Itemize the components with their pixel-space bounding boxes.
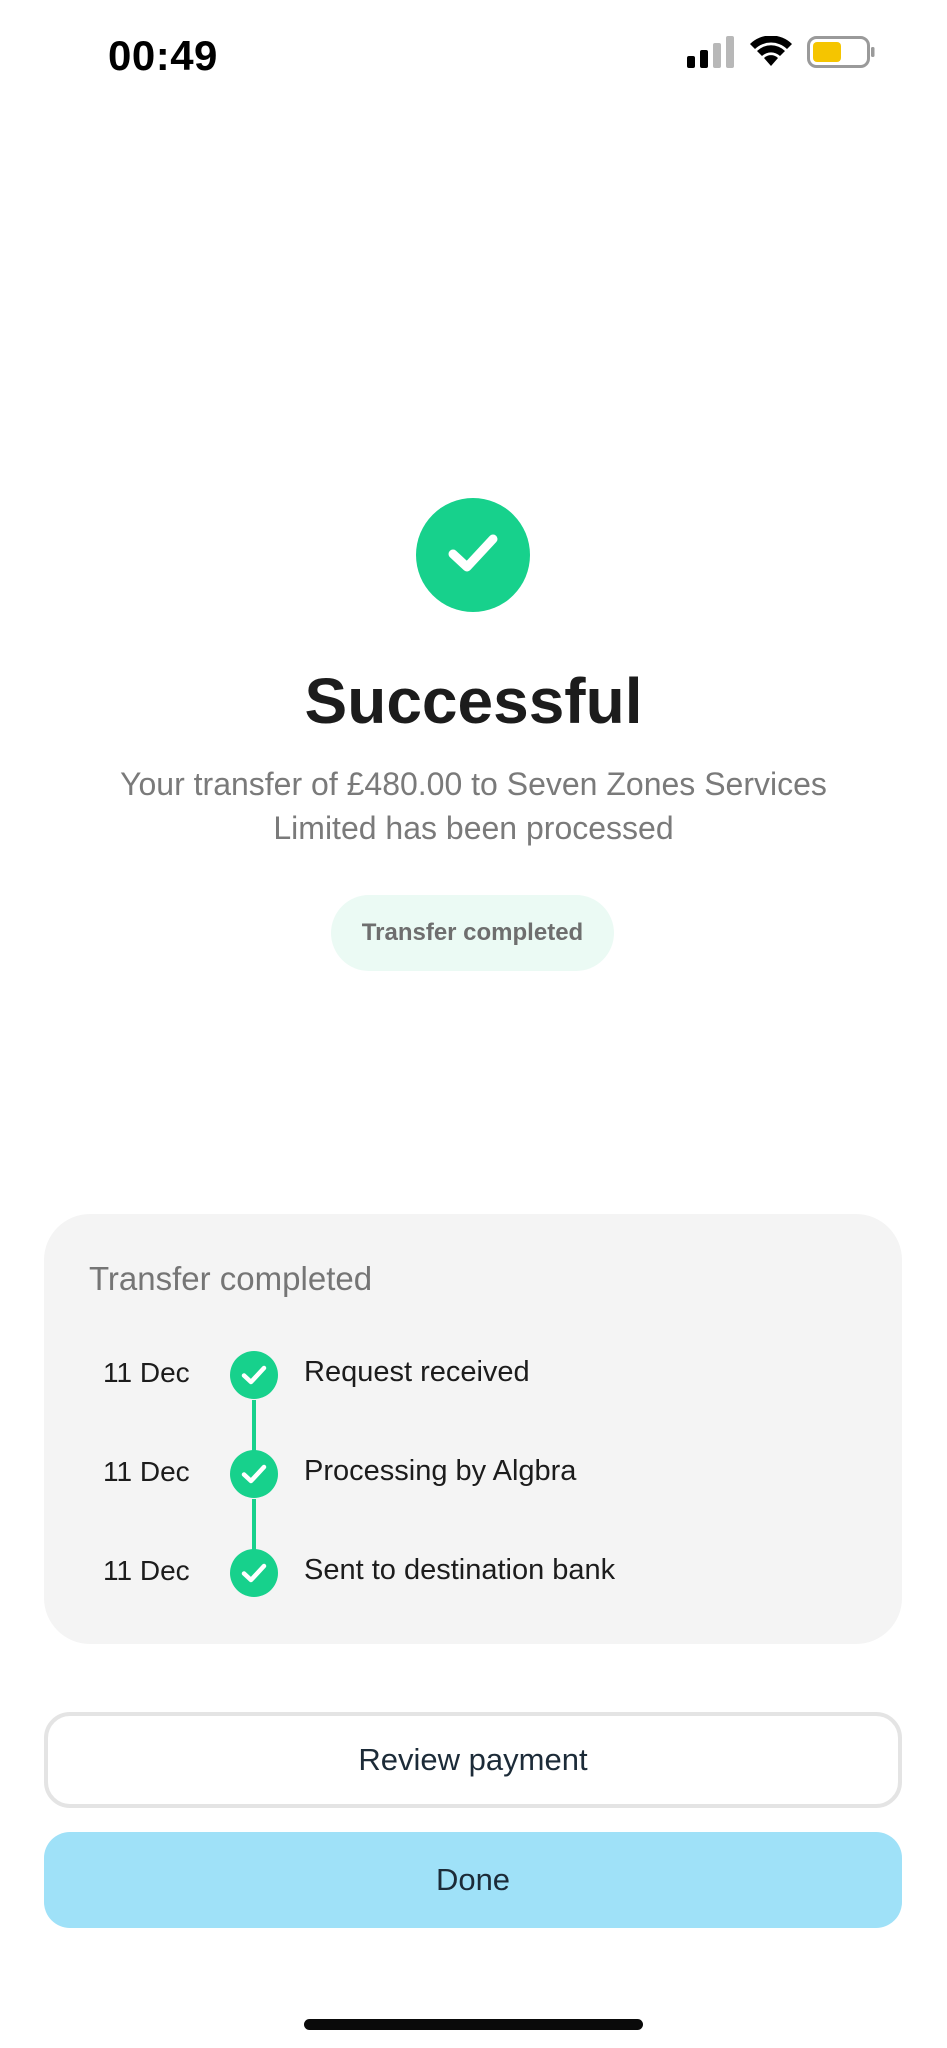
- timeline-title: Transfer completed: [89, 1260, 373, 1297]
- timeline-connector: [252, 1400, 256, 1452]
- step-date: 11 Dec: [103, 1357, 190, 1388]
- status-bar: 00:49: [0, 0, 947, 110]
- battery-icon: [807, 36, 875, 73]
- step-date: 11 Dec: [103, 1456, 190, 1487]
- status-icons: [687, 35, 875, 73]
- step-label: Sent to destination bank: [304, 1554, 616, 1586]
- signal-icon: [687, 36, 735, 73]
- home-indicator[interactable]: [304, 2019, 643, 2030]
- check-circle-icon: [230, 1450, 278, 1498]
- transfer-success-screen: 00:49 Successful Your transfer of £480.0…: [0, 0, 947, 2048]
- checkmark-icon: [443, 523, 503, 588]
- success-check-badge: [416, 498, 530, 612]
- transfer-summary: Your transfer of £480.00 to Seven Zones …: [120, 766, 827, 846]
- status-time: 00:49: [108, 32, 218, 79]
- step-label: Request received: [304, 1356, 530, 1388]
- check-circle-icon: [230, 1549, 278, 1597]
- done-button[interactable]: Done: [44, 1832, 902, 1928]
- timeline-step-processing: 11 Dec Processing by Algbra: [44, 1450, 902, 1498]
- status-badge: Transfer completed: [331, 895, 614, 971]
- timeline-step-request-received: 11 Dec Request received: [44, 1351, 902, 1399]
- timeline-connector: [252, 1499, 256, 1551]
- transfer-timeline-card: Transfer completed 11 Dec Request receiv…: [44, 1214, 902, 1644]
- page-title: Successful: [304, 665, 643, 737]
- wifi-icon: [749, 35, 793, 73]
- review-payment-button[interactable]: Review payment: [44, 1712, 902, 1808]
- timeline-step-sent-to-bank: 11 Dec Sent to destination bank: [44, 1549, 902, 1597]
- step-label: Processing by Algbra: [304, 1455, 577, 1487]
- check-circle-icon: [230, 1351, 278, 1399]
- step-date: 11 Dec: [103, 1555, 190, 1586]
